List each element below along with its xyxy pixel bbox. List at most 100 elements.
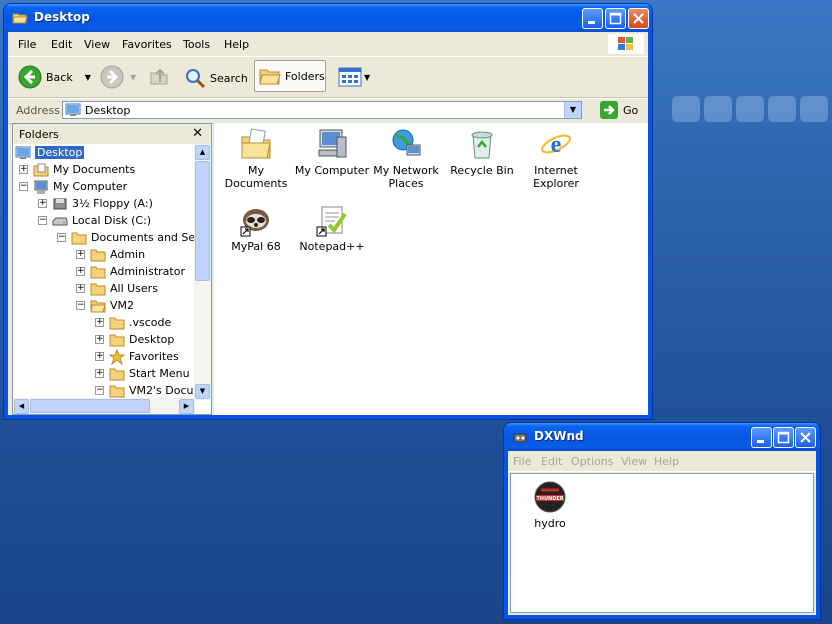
tree-label: Admin: [110, 248, 146, 261]
forward-button[interactable]: ▼: [100, 65, 136, 89]
tree-item-admin[interactable]: + Admin: [76, 246, 145, 263]
tree-item-all-users[interactable]: + All Users: [76, 280, 158, 297]
item-notepad-plus-plus[interactable]: Notepad++: [292, 203, 372, 253]
scroll-thumb[interactable]: [195, 161, 210, 281]
menu-bar: File Edit View Favorites Tools Help: [8, 32, 648, 57]
item-my-network-places[interactable]: My Network Places: [366, 127, 446, 190]
item-label: Recycle Bin: [450, 164, 514, 177]
tree-item-documents-and-settings[interactable]: − Documents and Settings: [57, 229, 195, 246]
tree-item-administrator[interactable]: + Administrator: [76, 263, 185, 280]
folders-pane-title: Folders: [19, 128, 59, 141]
collapse-toggle[interactable]: −: [19, 182, 28, 191]
maximize-button[interactable]: [605, 8, 626, 29]
tree-item-local-disk[interactable]: − Local Disk (C:): [38, 212, 151, 229]
recycle-bin-icon: [471, 131, 493, 159]
item-my-documents[interactable]: My Documents: [216, 127, 296, 190]
up-folder-icon: [150, 68, 168, 85]
expand-toggle[interactable]: +: [76, 284, 85, 293]
menu-tools[interactable]: Tools: [183, 38, 210, 51]
collapse-toggle[interactable]: −: [38, 216, 47, 225]
expand-toggle[interactable]: +: [76, 267, 85, 276]
expand-toggle[interactable]: +: [95, 335, 104, 344]
desktop-background-tiles: [672, 96, 828, 122]
dxwnd-menu-file[interactable]: File: [513, 455, 531, 468]
go-arrow-icon: [600, 101, 618, 119]
address-dropdown-button[interactable]: ▼: [564, 102, 581, 118]
dxwnd-title: DXWnd: [534, 429, 584, 443]
expand-toggle[interactable]: +: [19, 165, 28, 174]
item-mypal-68[interactable]: MyPal 68: [216, 203, 296, 253]
menu-favorites[interactable]: Favorites: [122, 38, 172, 51]
tree-label: VM2's Documents: [129, 384, 195, 397]
address-field[interactable]: Desktop ▼: [62, 101, 582, 119]
up-folder-button[interactable]: [148, 65, 170, 87]
item-recycle-bin[interactable]: Recycle Bin: [442, 127, 522, 177]
close-pane-icon[interactable]: ✕: [192, 126, 203, 141]
menu-edit[interactable]: Edit: [51, 38, 72, 51]
tree-item-favorites[interactable]: + Favorites: [95, 348, 179, 365]
tree-item-start-menu[interactable]: + Start Menu: [95, 365, 190, 382]
tree-item-vm2[interactable]: − VM2: [76, 297, 134, 314]
minimize-button[interactable]: [751, 427, 772, 448]
item-internet-explorer[interactable]: e Internet Explorer: [516, 127, 596, 190]
scroll-left-button[interactable]: ◀: [14, 399, 29, 414]
tree-label: .vscode: [129, 316, 172, 329]
dxwnd-menu-view[interactable]: View: [621, 455, 647, 468]
item-my-computer[interactable]: My Computer: [292, 127, 372, 177]
minimize-button[interactable]: [582, 8, 603, 29]
menu-view[interactable]: View: [84, 38, 110, 51]
menu-file[interactable]: File: [18, 38, 36, 51]
expand-toggle[interactable]: +: [95, 352, 104, 361]
expand-toggle[interactable]: +: [95, 369, 104, 378]
dxwnd-program-list: THUNDER hydro: [510, 473, 814, 613]
item-label: My Documents: [224, 164, 288, 190]
scroll-thumb-horizontal[interactable]: [30, 399, 150, 413]
dxwnd-menu-help[interactable]: Help: [654, 455, 679, 468]
dxwnd-menu-edit[interactable]: Edit: [541, 455, 562, 468]
go-button[interactable]: Go: [600, 101, 638, 119]
tree-item-floppy[interactable]: + 3½ Floppy (A:): [38, 195, 153, 212]
explorer-title-bar[interactable]: Desktop: [4, 4, 652, 32]
expand-toggle[interactable]: +: [38, 199, 47, 208]
item-label: MyPal 68: [231, 240, 281, 253]
views-button[interactable]: ▼: [338, 67, 370, 87]
program-item-hydro[interactable]: THUNDER hydro: [515, 480, 585, 530]
tree-item-vm2-documents[interactable]: − VM2's Documents: [95, 382, 195, 399]
back-label: Back: [46, 70, 73, 84]
search-label: Search: [210, 71, 248, 85]
notepad-plus-plus-icon: [316, 206, 347, 237]
toolbar: Back ▼ ▼ Search Folders ▼: [8, 57, 648, 98]
vertical-scrollbar[interactable]: ▲ ▼: [194, 144, 211, 400]
scroll-right-button[interactable]: ▶: [179, 399, 194, 414]
views-icon: [338, 67, 362, 87]
back-button[interactable]: Back ▼: [18, 65, 91, 89]
dxwnd-menu-bar: File Edit Options View Help: [508, 451, 816, 472]
explorer-client-area: File Edit View Favorites Tools Help Back…: [8, 32, 648, 415]
collapse-toggle[interactable]: −: [95, 386, 104, 395]
close-button[interactable]: [795, 427, 816, 448]
forward-arrow-icon: [100, 65, 124, 89]
scroll-down-button[interactable]: ▼: [195, 384, 210, 399]
tree-item-desktop[interactable]: Desktop: [15, 144, 85, 161]
dxwnd-title-bar[interactable]: DXWnd: [504, 423, 820, 451]
scroll-up-button[interactable]: ▲: [195, 145, 210, 160]
tree-label: VM2: [110, 299, 135, 312]
go-label: Go: [623, 103, 639, 117]
search-button[interactable]: Search: [184, 67, 248, 89]
collapse-toggle[interactable]: −: [76, 301, 85, 310]
close-button[interactable]: [628, 8, 649, 29]
folders-pane-header: Folders ✕: [13, 124, 211, 144]
tree-item-vm2-desktop[interactable]: + Desktop: [95, 331, 174, 348]
tree-item-my-documents[interactable]: + My Documents: [19, 161, 135, 178]
tree-item-my-computer[interactable]: − My Computer: [19, 178, 127, 195]
horizontal-scrollbar[interactable]: ◀ ▶: [13, 398, 195, 414]
collapse-toggle[interactable]: −: [57, 233, 66, 242]
maximize-button[interactable]: [773, 427, 794, 448]
tree-item-vscode[interactable]: + .vscode: [95, 314, 171, 331]
menu-help[interactable]: Help: [224, 38, 249, 51]
expand-toggle[interactable]: +: [76, 250, 85, 259]
dxwnd-menu-options[interactable]: Options: [571, 455, 613, 468]
tree-label: Desktop: [129, 333, 175, 346]
folders-button[interactable]: Folders: [254, 60, 326, 92]
expand-toggle[interactable]: +: [95, 318, 104, 327]
